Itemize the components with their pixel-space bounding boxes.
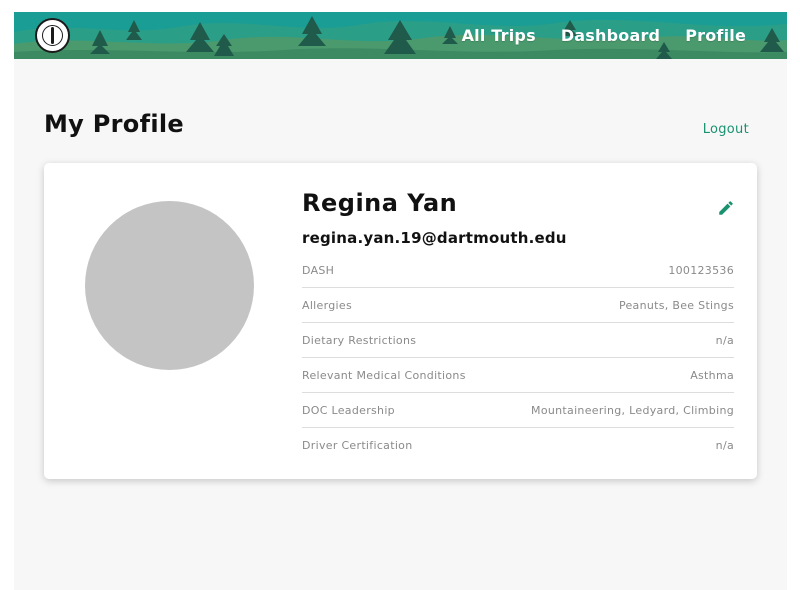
field-value: Mountaineering, Ledyard, Climbing bbox=[531, 403, 734, 417]
logo-emblem bbox=[51, 27, 54, 44]
field-value: n/a bbox=[715, 439, 734, 452]
logout-link[interactable]: Logout bbox=[703, 122, 749, 137]
field-label: DOC Leadership bbox=[302, 403, 395, 417]
page-title: My Profile bbox=[44, 110, 184, 138]
profile-name: Regina Yan bbox=[302, 189, 458, 217]
pencil-icon[interactable] bbox=[717, 199, 735, 217]
field-label: Driver Certification bbox=[302, 439, 413, 452]
field-label: DASH bbox=[302, 263, 335, 277]
doc-seal-logo[interactable] bbox=[35, 18, 70, 53]
field-value: n/a bbox=[715, 333, 734, 347]
nav-links: All Trips Dashboard Profile bbox=[462, 12, 746, 59]
page-frame: All Trips Dashboard Profile My Profile L… bbox=[14, 12, 787, 590]
top-navbar: All Trips Dashboard Profile bbox=[14, 12, 787, 59]
nav-profile[interactable]: Profile bbox=[685, 26, 746, 45]
field-label: Relevant Medical Conditions bbox=[302, 368, 466, 382]
avatar bbox=[85, 201, 254, 370]
field-row-dietary: Dietary Restrictions n/a bbox=[302, 323, 734, 358]
field-label: Dietary Restrictions bbox=[302, 333, 417, 347]
field-label: Allergies bbox=[302, 298, 352, 312]
field-value: Peanuts, Bee Stings bbox=[618, 298, 734, 312]
nav-dashboard[interactable]: Dashboard bbox=[561, 26, 660, 45]
field-row-medical: Relevant Medical Conditions Asthma bbox=[302, 358, 734, 393]
profile-email: regina.yan.19@dartmouth.edu bbox=[302, 229, 567, 247]
field-value: 100123536 bbox=[668, 263, 734, 277]
field-row-driver: Driver Certification n/a bbox=[302, 428, 734, 463]
field-row-leadership: DOC Leadership Mountaineering, Ledyard, … bbox=[302, 393, 734, 428]
profile-fields: DASH 100123536 Allergies Peanuts, Bee St… bbox=[302, 253, 734, 463]
field-row-dash: DASH 100123536 bbox=[302, 253, 734, 288]
field-value: Asthma bbox=[690, 368, 734, 382]
nav-all-trips[interactable]: All Trips bbox=[462, 26, 536, 45]
field-row-allergies: Allergies Peanuts, Bee Stings bbox=[302, 288, 734, 323]
profile-card: Regina Yan regina.yan.19@dartmouth.edu D… bbox=[44, 163, 757, 479]
